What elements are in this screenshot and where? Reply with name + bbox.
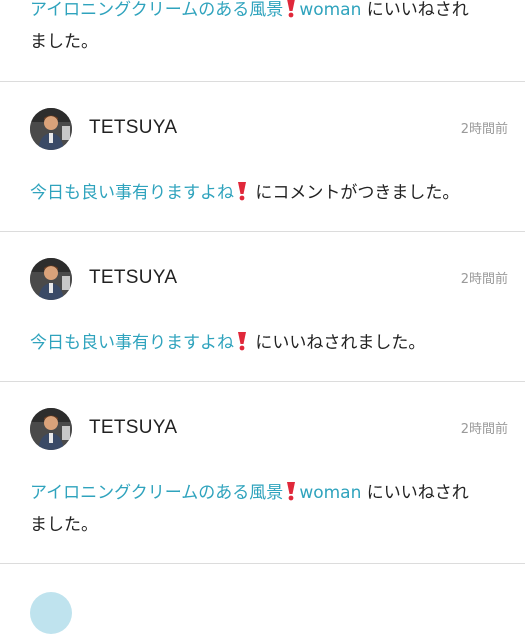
- user-avatar[interactable]: [30, 108, 72, 150]
- notification-header: TETSUYA 2時間前: [30, 408, 508, 456]
- notification-header: TETSUYA 2時間前: [30, 108, 508, 156]
- notification-feed: アイロニングクリームのある風景 woman にいいねされ ました。 TETSUYA…: [0, 0, 525, 634]
- notification-item[interactable]: アイロニングクリームのある風景 woman にいいねされ ました。: [0, 0, 525, 82]
- post-title-link[interactable]: 今日も良い事有りますよね: [30, 331, 250, 353]
- notification-message: アイロニングクリームのある風景 woman にいいねされ ました。: [30, 0, 469, 52]
- notification-item[interactable]: TETSUYA 2時間前 今日も良い事有りますよね にコメントがつきました。: [0, 82, 525, 232]
- notification-message: 今日も良い事有りますよね にコメントがつきました。: [30, 181, 460, 203]
- timestamp: 2時間前: [460, 422, 508, 437]
- username[interactable]: TETSUYA: [89, 417, 177, 439]
- timestamp: 2時間前: [460, 272, 508, 287]
- user-avatar[interactable]: [30, 592, 72, 634]
- timestamp: 2時間前: [460, 122, 508, 137]
- notification-item[interactable]: TETSUYA 2時間前 アイロニングクリームのある風景 woman にいいねされ…: [0, 382, 525, 564]
- post-title-link[interactable]: アイロニングクリームのある風景 woman: [30, 0, 361, 20]
- notification-item[interactable]: [0, 564, 525, 634]
- notification-message: 今日も良い事有りますよね にいいねされました。: [30, 331, 426, 353]
- post-title-link[interactable]: アイロニングクリームのある風景 woman: [30, 481, 361, 503]
- post-title-link[interactable]: 今日も良い事有りますよね: [30, 181, 250, 203]
- exclamation-icon: [236, 331, 248, 351]
- exclamation-icon: [236, 181, 248, 201]
- notification-message: アイロニングクリームのある風景 woman にいいねされ ました。: [30, 481, 469, 535]
- username[interactable]: TETSUYA: [89, 267, 177, 289]
- exclamation-icon: [285, 481, 297, 501]
- exclamation-icon: [285, 0, 297, 18]
- user-avatar[interactable]: [30, 258, 72, 300]
- user-avatar[interactable]: [30, 408, 72, 450]
- username[interactable]: TETSUYA: [89, 117, 177, 139]
- notification-item[interactable]: TETSUYA 2時間前 今日も良い事有りますよね にいいねされました。: [0, 232, 525, 382]
- notification-header: TETSUYA 2時間前: [30, 258, 508, 306]
